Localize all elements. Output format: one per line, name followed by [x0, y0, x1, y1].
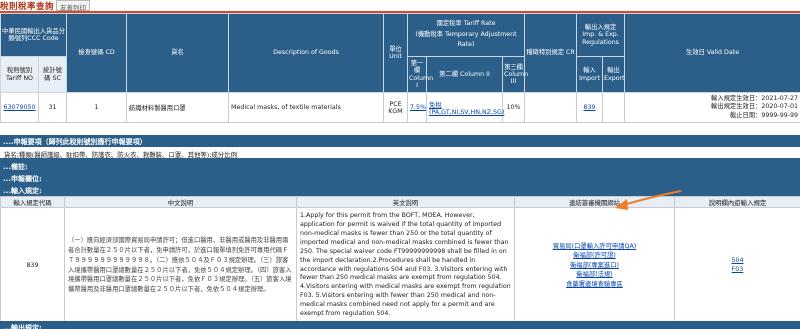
- rule-en-cell: 1.Apply for this permit from the BOFT, M…: [296, 207, 515, 324]
- rule-ref-f03-link[interactable]: F03: [678, 266, 797, 275]
- rule-code-cell: 839: [0, 207, 65, 324]
- agency-link-mohw-project[interactable]: 衛福部(專案進口): [518, 261, 671, 270]
- valid-date-header: 生效日 Valid Date: [624, 13, 800, 93]
- friendly-print-button[interactable]: 友善列印: [56, 0, 90, 12]
- agency-link-boft-qa[interactable]: 貿易局(口罩輸入許可申請QA): [518, 242, 671, 251]
- rule-ref-504-link[interactable]: 504: [678, 257, 797, 266]
- column-3-cell: 10%: [502, 92, 526, 123]
- tariff-rate-title: 國定稅率 Tariff Rate: [436, 19, 496, 27]
- rule-ref-cell: 504 F03: [674, 207, 800, 324]
- goods-zh-header: 貨名: [126, 13, 230, 93]
- agency-header: 連結簽審機關網站: [514, 196, 675, 208]
- export-valid-date: 輸出規定生效日：2020-07-01: [711, 103, 799, 111]
- import-rules-table: 輸入規定代碼 中文說明 英文說明 連結簽審機關網站 說明欄內遊輸入規定 839 …: [0, 196, 800, 324]
- column-2-cell[interactable]: 免稅 (PA,GT,NI,SV,HN,NZ,SG): [426, 92, 504, 123]
- export-rules-section-heading: ...輸出規定:: [0, 321, 800, 329]
- rule-en-header: 英文說明: [296, 196, 515, 208]
- agency-link-fda-border[interactable]: 食藥署邊境查驗專區: [518, 280, 671, 289]
- check-code-header: 檢查號碼 CD: [66, 13, 128, 93]
- regulations-header: 輸出入規定 Imp. & Exp. Regulations: [576, 13, 626, 57]
- export-regulation-cell: [602, 92, 626, 123]
- agency-link-mohw-regulations[interactable]: 衛福部(法規): [518, 270, 671, 279]
- end-date: 截止日期：9999-99-99: [729, 111, 799, 119]
- tariff-no-cell[interactable]: 63079050: [0, 92, 39, 123]
- rule-ref-header: 說明欄內遊輸入規定: [674, 196, 800, 208]
- special-rule-header: 稽徵特別規定 CR: [524, 13, 578, 93]
- import-rules-section-heading: ...輸入規定:: [0, 184, 800, 196]
- column-2-rate-link[interactable]: 免稅: [429, 100, 500, 109]
- unit-header: 單位 Unit: [383, 13, 409, 93]
- tariff-row: 63079050 31 1 紡織材料製醫用口罩 Medical masks, o…: [0, 92, 800, 123]
- column-3-header: 第三欄 Column III: [502, 56, 528, 93]
- stat-code-cell: 31: [37, 92, 68, 123]
- column-1-cell[interactable]: 7.5%: [407, 92, 428, 123]
- tariff-table: 中華民國輸出入貨品分類號列CCC Code 檢查號碼 CD 貨名 Descrip…: [0, 13, 800, 123]
- declaration-section-heading: ....申報要項（歸列此稅則號別應行申報要項）: [0, 135, 800, 147]
- check-code-cell: 1: [66, 92, 128, 123]
- goods-en-cell: Medical masks, of textile materials: [228, 92, 385, 123]
- agency-cell: 貿易局(口罩輸入許可申請QA) 衛福部(許可證) 衛福部(專案進口) 衛福部(法…: [514, 207, 675, 324]
- tariff-rate-header: 國定稅率 Tariff Rate (機動稅率 Temporary Adjustm…: [407, 13, 526, 57]
- top-bar: 稅則稅率查詢 友善列印: [0, 0, 800, 13]
- temporary-rate-subtitle: (機動稅率 Temporary Adjustment Rate): [415, 30, 517, 49]
- tariff-no-link[interactable]: 63079050: [3, 104, 35, 111]
- import-regulation-link[interactable]: 839: [584, 104, 596, 111]
- declare-fields-section-heading: ...申報欄位:: [0, 172, 800, 184]
- ccc-code-header: 中華民國輸出入貨品分類號列CCC Code: [0, 13, 68, 57]
- import-regulation-cell[interactable]: 839: [576, 92, 604, 123]
- goods-en-header: Description of Goods: [228, 13, 385, 93]
- goods-zh-cell: 紡織材料製醫用口罩: [126, 92, 230, 123]
- import-header: 輸入 Import: [576, 56, 604, 93]
- rule-zh-cell: （一）應向經濟部國際貿易局申請許可；但進口醫用、非醫用或醫用及非醫用兩者合計數量…: [64, 207, 297, 324]
- special-rule-cell: [524, 92, 578, 123]
- column-1-rate-link[interactable]: 7.5%: [410, 104, 426, 111]
- import-rule-row: 839 （一）應向經濟部國際貿易局申請許可；但進口醫用、非醫用或醫用及非醫用兩者…: [0, 207, 800, 324]
- column-1-header: 第一欄 Column I: [407, 56, 433, 93]
- rule-zh-header: 中文說明: [64, 196, 297, 208]
- rule-code-header: 輸入規定代碼: [0, 196, 65, 208]
- column-2-header: 第二欄 Column II: [426, 56, 504, 93]
- agency-link-mohw-permit[interactable]: 衛福部(許可證): [518, 251, 671, 260]
- export-header: 輸出 Export: [602, 56, 626, 93]
- column-2-countries-link[interactable]: (PA,GT,NI,SV,HN,NZ,SG): [429, 109, 504, 116]
- valid-date-cell: 輸入規定生效日：2021-07-27 輸出規定生效日：2020-07-01 截止…: [624, 92, 800, 123]
- tariff-no-header: 稅則號別 Tariff NO: [0, 56, 39, 93]
- stat-code-header: 統計號碼 SC: [37, 56, 68, 93]
- unit-cell: PCE KGM: [383, 92, 409, 123]
